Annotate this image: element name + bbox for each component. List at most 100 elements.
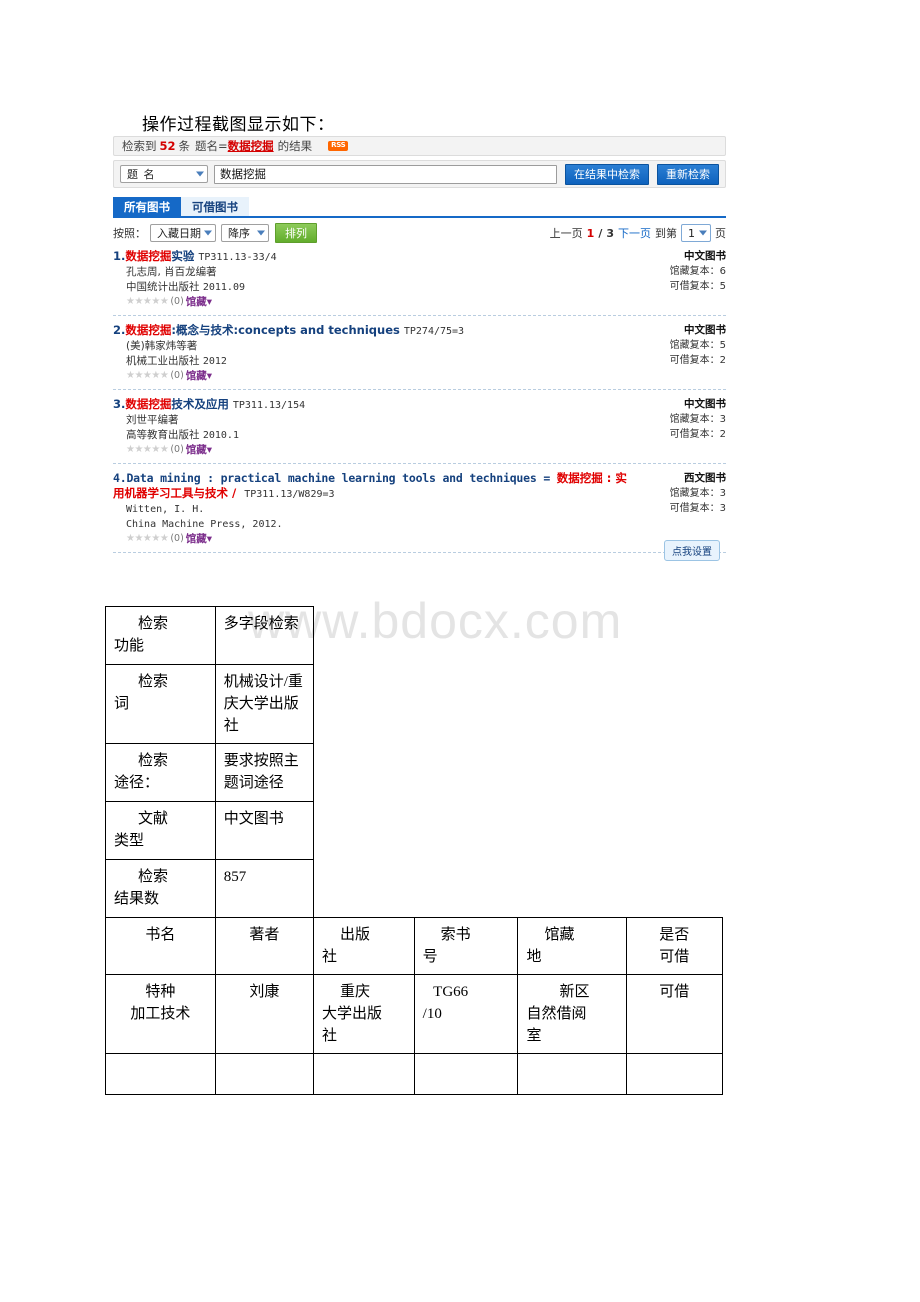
star-rating-icon[interactable]: ★★★★★ <box>126 443 169 457</box>
result-copies: 馆藏复本：6 <box>669 266 726 277</box>
result-year: 2011.09 <box>202 282 245 293</box>
row-label-keyword: 检索 词 <box>105 664 216 744</box>
settings-tooltip-button[interactable]: 点我设置 <box>664 540 720 561</box>
table-row: 检索 结果数 857 <box>105 859 723 918</box>
header-availability: 是否 可借 <box>625 917 724 975</box>
result-rating-row: ★★★★★ (0) 馆藏▾ <box>113 443 726 457</box>
result-title[interactable]: 4.Data mining : practical machine learni… <box>113 471 726 502</box>
result-meta: 中文图书 馆藏复本：5 可借复本：2 <box>670 323 726 368</box>
star-rating-icon[interactable]: ★★★★★ <box>126 369 169 383</box>
rating-count: (0) <box>170 444 184 455</box>
rating-count: (0) <box>170 370 184 381</box>
result-call-number: TP311.13/154 <box>232 400 306 411</box>
result-available: 可借复本：3 <box>669 503 726 514</box>
goto-page-select[interactable]: 1 <box>681 224 711 242</box>
cell-publisher: 重庆 大学出版社 <box>312 974 415 1054</box>
result-meta: 西文图书 馆藏复本：3 可借复本：3 <box>670 471 726 516</box>
result-tabs: 所有图书 可借图书 <box>113 197 726 218</box>
result-publisher-name: China Machine Press, 2012. <box>126 519 283 530</box>
cell-empty <box>105 1053 216 1095</box>
cell-book-title: 特种 加工技术 <box>105 974 216 1054</box>
holdings-link[interactable]: 馆藏▾ <box>186 443 212 457</box>
search-field-select[interactable]: 题 名 <box>120 165 208 183</box>
rating-count: (0) <box>170 533 184 544</box>
result-available: 可借复本：5 <box>669 281 726 292</box>
header-author: 著者 <box>214 917 314 975</box>
result-index: 2. <box>113 323 126 337</box>
sort-by-value: 入藏日期 <box>157 227 201 240</box>
result-title[interactable]: 3.数据挖掘技术及应用 TP311.13/154 <box>113 397 726 413</box>
new-search-button[interactable]: 重新检索 <box>657 163 719 185</box>
search-in-results-button[interactable]: 在结果中检索 <box>565 163 649 185</box>
result-publisher: 中国统计出版社 2011.09 <box>113 280 726 295</box>
result-title[interactable]: 1.数据挖掘实验 TP311.13-33/4 <box>113 249 726 265</box>
row-value-doctype: 中文图书 <box>214 801 314 860</box>
chevron-down-icon <box>257 230 265 236</box>
star-rating-icon[interactable]: ★★★★★ <box>126 532 169 546</box>
result-item: 2.数据挖掘:概念与技术:concepts and techniques TP27… <box>113 316 726 390</box>
rss-icon[interactable]: RSS <box>328 141 349 151</box>
table-row: 特种 加工技术 刘康 重庆 大学出版社 TG66/10 新区 自然借阅室 可借 <box>105 974 724 1054</box>
sort-by-select[interactable]: 入藏日期 <box>150 224 216 242</box>
prev-page-link[interactable]: 上一页 <box>550 225 583 241</box>
result-index: 4. <box>113 471 127 485</box>
row-value-resultcount: 857 <box>214 859 314 918</box>
result-doc-type: 中文图书 <box>684 250 726 262</box>
result-publisher: 机械工业出版社 2012 <box>113 354 726 369</box>
result-author: (美)韩家炜等著 <box>126 340 198 352</box>
table-row: 检索 词 机械设计/重庆大学出版社 <box>105 664 723 744</box>
sort-order-value: 降序 <box>228 227 250 240</box>
total-pages: 3 <box>606 226 614 240</box>
cell-empty <box>312 1053 415 1095</box>
result-meta: 中文图书 馆藏复本：3 可借复本：2 <box>670 397 726 442</box>
result-copies: 馆藏复本：5 <box>669 340 726 351</box>
result-field-label: 题名= <box>195 139 228 153</box>
holdings-link[interactable]: 馆藏▾ <box>186 369 212 383</box>
header-call-number: 索书号 <box>413 917 519 975</box>
result-unit: 条 <box>178 139 191 153</box>
sort-button[interactable]: 排列 <box>275 223 317 243</box>
result-doc-type: 中文图书 <box>684 398 726 410</box>
search-field-value: 题 名 <box>127 168 156 181</box>
result-doc-type: 中文图书 <box>684 324 726 336</box>
star-rating-icon[interactable]: ★★★★★ <box>126 295 169 309</box>
result-index: 1. <box>113 249 126 263</box>
result-author: 刘世平编著 <box>126 414 179 426</box>
result-available: 可借复本：2 <box>669 355 726 366</box>
sort-label: 按照： <box>113 227 146 240</box>
result-prefix: 检索到 <box>122 139 157 153</box>
search-input[interactable]: 数据挖掘 <box>214 164 557 184</box>
cell-author: 刘康 <box>214 974 314 1054</box>
result-year: 2012 <box>202 356 227 367</box>
result-meta: 中文图书 馆藏复本：6 可借复本：5 <box>670 249 726 294</box>
result-publisher-name: 中国统计出版社 <box>126 281 200 293</box>
cell-location: 新区 自然借阅室 <box>517 974 627 1054</box>
header-book-title: 书名 <box>105 917 216 975</box>
result-title[interactable]: 2.数据挖掘:概念与技术:concepts and techniques TP27… <box>113 323 726 339</box>
sort-order-select[interactable]: 降序 <box>221 224 269 242</box>
chevron-down-icon <box>196 171 204 177</box>
next-page-link[interactable]: 下一页 <box>618 225 651 241</box>
row-label-resultcount: 检索 结果数 <box>105 859 216 918</box>
goto-page-value: 1 <box>688 226 695 240</box>
result-call-number: TP311.13-33/4 <box>198 252 277 263</box>
result-publisher: China Machine Press, 2012. <box>113 517 726 532</box>
row-label-approach: 检索 途径： <box>105 743 216 802</box>
result-title-highlight: 数据挖掘 <box>125 397 172 411</box>
holdings-link[interactable]: 馆藏▾ <box>186 295 212 309</box>
result-publisher: 高等教育出版社 2010.1 <box>113 428 726 443</box>
table-header-row: 书名 著者 出版社 索书号 馆藏地 是否 可借 <box>105 917 724 975</box>
cell-availability: 可借 <box>625 974 724 1054</box>
tab-available-books[interactable]: 可借图书 <box>181 197 249 216</box>
page-slash: / <box>598 226 603 240</box>
result-rating-row: ★★★★★ (0) 馆藏▾ <box>113 369 726 383</box>
result-title-rest: 实验 <box>171 249 195 263</box>
header-publisher: 出版社 <box>312 917 415 975</box>
chevron-down-icon <box>699 230 707 236</box>
tab-all-books[interactable]: 所有图书 <box>113 197 181 216</box>
search-summary-table: 检索 功能 多字段检索 检索 词 机械设计/重庆大学出版社 检索 途径： 要求按… <box>105 606 724 1095</box>
result-count: 52 <box>159 139 176 153</box>
result-keyword: 数据挖掘 <box>227 139 274 153</box>
result-call-number: TP274/75=3 <box>403 326 465 337</box>
holdings-link[interactable]: 馆藏▾ <box>186 532 212 546</box>
